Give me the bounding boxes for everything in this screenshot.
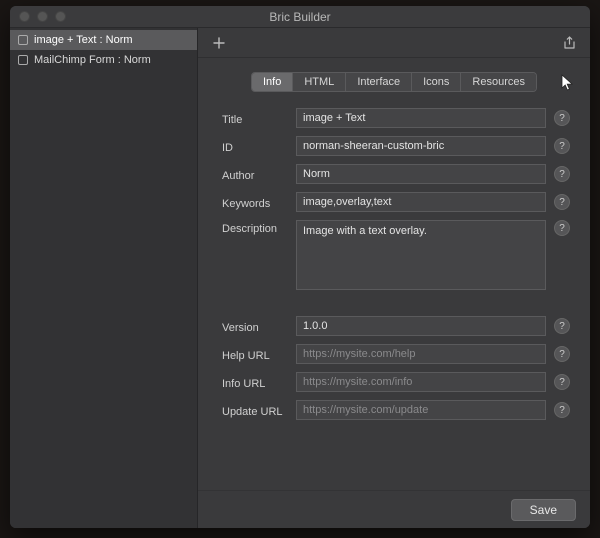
bric-icon	[18, 55, 28, 65]
input-title[interactable]: image + Text	[296, 108, 546, 128]
tab-interface[interactable]: Interface	[346, 73, 412, 91]
bric-icon	[18, 35, 28, 45]
window-title: Bric Builder	[10, 10, 590, 24]
input-description[interactable]: Image with a text overlay.	[296, 220, 546, 290]
tabs: Info HTML Interface Icons Resources	[198, 72, 590, 92]
save-button[interactable]: Save	[511, 499, 576, 521]
app-window: Bric Builder image + Text : Norm MailChi…	[10, 6, 590, 528]
label-author: Author	[222, 167, 288, 182]
toolbar	[198, 28, 590, 58]
label-info-url: Info URL	[222, 375, 288, 390]
titlebar: Bric Builder	[10, 6, 590, 28]
label-keywords: Keywords	[222, 195, 288, 210]
share-button[interactable]	[558, 33, 580, 53]
main-panel: Info HTML Interface Icons Resources Titl…	[198, 28, 590, 528]
cursor-icon	[561, 74, 574, 95]
input-keywords[interactable]: image,overlay,text	[296, 192, 546, 212]
label-description: Description	[222, 220, 288, 235]
footer: Save	[198, 490, 590, 528]
tab-html[interactable]: HTML	[293, 73, 346, 91]
help-icon[interactable]: ?	[554, 346, 570, 362]
add-button[interactable]	[208, 33, 230, 53]
sidebar-item-mailchimp[interactable]: MailChimp Form : Norm	[10, 50, 197, 70]
help-icon[interactable]: ?	[554, 220, 570, 236]
help-icon[interactable]: ?	[554, 402, 570, 418]
sidebar: image + Text : Norm MailChimp Form : Nor…	[10, 28, 198, 528]
input-version[interactable]: 1.0.0	[296, 316, 546, 336]
input-info-url[interactable]: https://mysite.com/info	[296, 372, 546, 392]
label-title: Title	[222, 111, 288, 126]
input-update-url[interactable]: https://mysite.com/update	[296, 400, 546, 420]
label-version: Version	[222, 319, 288, 334]
input-id[interactable]: norman-sheeran-custom-bric	[296, 136, 546, 156]
tab-resources[interactable]: Resources	[461, 73, 536, 91]
help-icon[interactable]: ?	[554, 194, 570, 210]
input-author[interactable]: Norm	[296, 164, 546, 184]
sidebar-item-image-text[interactable]: image + Text : Norm	[10, 30, 197, 50]
label-update-url: Update URL	[222, 403, 288, 418]
form-info: Title image + Text ? ID norman-sheeran-c…	[198, 92, 590, 490]
label-help-url: Help URL	[222, 347, 288, 362]
help-icon[interactable]: ?	[554, 166, 570, 182]
help-icon[interactable]: ?	[554, 110, 570, 126]
label-id: ID	[222, 139, 288, 154]
tab-info[interactable]: Info	[252, 73, 293, 91]
input-help-url[interactable]: https://mysite.com/help	[296, 344, 546, 364]
tab-icons[interactable]: Icons	[412, 73, 461, 91]
help-icon[interactable]: ?	[554, 138, 570, 154]
sidebar-item-label: MailChimp Form : Norm	[34, 54, 151, 66]
help-icon[interactable]: ?	[554, 318, 570, 334]
sidebar-item-label: image + Text : Norm	[34, 34, 133, 46]
help-icon[interactable]: ?	[554, 374, 570, 390]
